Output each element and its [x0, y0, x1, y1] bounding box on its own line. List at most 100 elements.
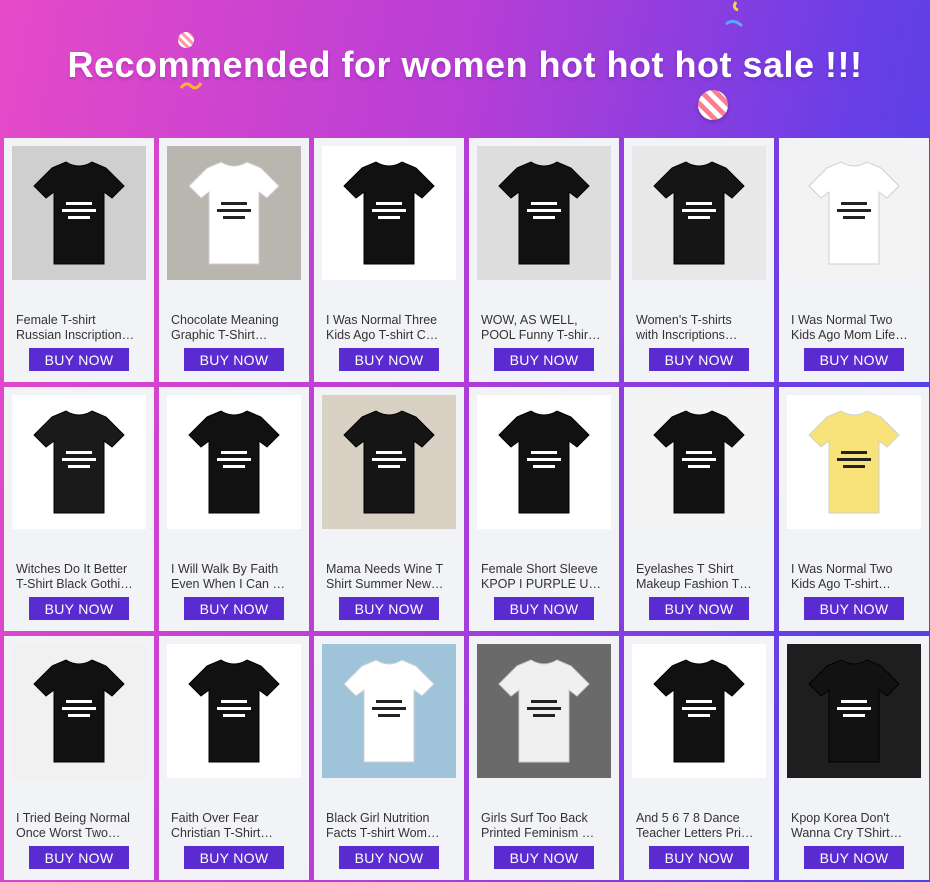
product-card[interactable]: Girls Surf Too Back Printed Feminism … BUY… [469, 636, 619, 880]
buy-now-button[interactable]: BUY NOW [184, 597, 284, 620]
page-header: Recommended for women hot hot hot sale !… [0, 0, 930, 138]
product-card[interactable]: Witches Do It Better T-Shirt Black Gothi…… [4, 387, 154, 631]
product-image[interactable] [632, 146, 766, 280]
buy-now-button[interactable]: BUY NOW [649, 348, 749, 371]
product-title[interactable]: I Tried Being Normal Once Worst Two… [16, 811, 144, 841]
product-title[interactable]: Female T-shirt Russian Inscription… [16, 313, 144, 343]
buy-now-button[interactable]: BUY NOW [29, 348, 129, 371]
buy-now-button[interactable]: BUY NOW [494, 846, 594, 869]
product-card[interactable]: I Tried Being Normal Once Worst Two… BUY N… [4, 636, 154, 880]
product-image[interactable] [12, 395, 146, 529]
product-title-line: Even When I Can … [171, 577, 285, 591]
product-image[interactable] [632, 395, 766, 529]
product-title[interactable]: And 5 6 7 8 Dance Teacher Letters Pri… [636, 811, 764, 841]
product-image[interactable] [787, 644, 921, 778]
product-title[interactable]: Black Girl Nutrition Facts T-shirt Wom… [326, 811, 454, 841]
product-title-line: POOL Funny T-shir… [481, 328, 601, 342]
product-card[interactable]: Chocolate Meaning Graphic T-Shirt… BUY NOW [159, 138, 309, 382]
product-image[interactable] [167, 644, 301, 778]
candy-decoration-icon [698, 90, 728, 120]
product-title[interactable]: I Was Normal Three Kids Ago T-shirt C… [326, 313, 454, 343]
product-card[interactable]: Mama Needs Wine T Shirt Summer New… BUY NO… [314, 387, 464, 631]
product-title-line: Eyelashes T Shirt [636, 562, 734, 576]
product-title[interactable]: Kpop Korea Don't Wanna Cry TShirt… [791, 811, 919, 841]
product-card[interactable]: Female T-shirt Russian Inscription… BUY NO… [4, 138, 154, 382]
buy-now-button[interactable]: BUY NOW [184, 846, 284, 869]
buy-now-button[interactable]: BUY NOW [29, 846, 129, 869]
product-title-line: WOW, AS WELL, [481, 313, 578, 327]
buy-now-button[interactable]: BUY NOW [494, 597, 594, 620]
buy-now-button[interactable]: BUY NOW [494, 348, 594, 371]
product-image[interactable] [477, 395, 611, 529]
product-card[interactable]: Faith Over Fear Christian T-Shirt… BUY NOW [159, 636, 309, 880]
product-card[interactable]: And 5 6 7 8 Dance Teacher Letters Pri… BUY… [624, 636, 774, 880]
buy-now-button[interactable]: BUY NOW [339, 597, 439, 620]
product-title-line: Kpop Korea Don't [791, 811, 890, 825]
product-card[interactable]: WOW, AS WELL, POOL Funny T-shir… BUY NOW [469, 138, 619, 382]
buy-now-button[interactable]: BUY NOW [339, 348, 439, 371]
product-title-line: I Tried Being Normal [16, 811, 130, 825]
product-title-line: Graphic T-Shirt… [171, 328, 268, 342]
product-title[interactable]: Eyelashes T Shirt Makeup Fashion T… [636, 562, 764, 592]
product-image[interactable] [12, 644, 146, 778]
product-image[interactable] [167, 395, 301, 529]
product-title-line: with Inscriptions… [636, 328, 738, 342]
product-title-line: Wanna Cry TShirt… [791, 826, 903, 840]
product-image[interactable] [12, 146, 146, 280]
product-grid: Female T-shirt Russian Inscription… BUY NO… [0, 138, 930, 882]
product-image[interactable] [322, 395, 456, 529]
product-title-line: Once Worst Two… [16, 826, 121, 840]
product-title-line: KPOP I PURPLE U… [481, 577, 601, 591]
product-card[interactable]: I Was Normal Two Kids Ago T-shirt… BUY NOW [779, 387, 929, 631]
product-card[interactable]: Kpop Korea Don't Wanna Cry TShirt… BUY NOW [779, 636, 929, 880]
product-title[interactable]: Faith Over Fear Christian T-Shirt… [171, 811, 299, 841]
product-card[interactable]: I Was Normal Three Kids Ago T-shirt C… BUY… [314, 138, 464, 382]
product-title[interactable]: Girls Surf Too Back Printed Feminism … [481, 811, 609, 841]
product-card[interactable]: Black Girl Nutrition Facts T-shirt Wom… BU… [314, 636, 464, 880]
product-image[interactable] [322, 644, 456, 778]
product-title-line: Kids Ago T-shirt… [791, 577, 891, 591]
product-title[interactable]: I Was Normal Two Kids Ago Mom Life… [791, 313, 919, 343]
product-image[interactable] [787, 395, 921, 529]
product-image[interactable] [787, 146, 921, 280]
product-title-line: I Was Normal Two [791, 562, 893, 576]
buy-now-button[interactable]: BUY NOW [804, 348, 904, 371]
product-image[interactable] [477, 644, 611, 778]
product-title-line: Girls Surf Too Back [481, 811, 588, 825]
product-title-line: Female Short Sleeve [481, 562, 598, 576]
buy-now-button[interactable]: BUY NOW [29, 597, 129, 620]
product-title[interactable]: I Will Walk By Faith Even When I Can … [171, 562, 299, 592]
product-image[interactable] [477, 146, 611, 280]
product-title[interactable]: Women's T-shirts with Inscriptions… [636, 313, 764, 343]
product-card[interactable]: Eyelashes T Shirt Makeup Fashion T… BUY NO… [624, 387, 774, 631]
product-title[interactable]: Witches Do It Better T-Shirt Black Gothi… [16, 562, 144, 592]
page-title: Recommended for women hot hot hot sale !… [67, 44, 863, 85]
buy-now-button[interactable]: BUY NOW [184, 348, 284, 371]
product-title-line: I Was Normal Three [326, 313, 438, 327]
product-card[interactable]: I Will Walk By Faith Even When I Can … BUY… [159, 387, 309, 631]
product-card[interactable]: Women's T-shirts with Inscriptions… BUY NO… [624, 138, 774, 382]
buy-now-button[interactable]: BUY NOW [804, 846, 904, 869]
buy-now-button[interactable]: BUY NOW [804, 597, 904, 620]
product-title-line: Kids Ago Mom Life… [791, 328, 908, 342]
buy-now-button[interactable]: BUY NOW [649, 846, 749, 869]
product-title-line: Christian T-Shirt… [171, 826, 273, 840]
product-title-line: Shirt Summer New… [326, 577, 444, 591]
buy-now-button[interactable]: BUY NOW [339, 846, 439, 869]
product-title-line: Witches Do It Better [16, 562, 128, 576]
product-title[interactable]: Female Short Sleeve KPOP I PURPLE U… [481, 562, 609, 592]
product-title-line: Chocolate Meaning [171, 313, 279, 327]
product-title[interactable]: WOW, AS WELL, POOL Funny T-shir… [481, 313, 609, 343]
product-card[interactable]: I Was Normal Two Kids Ago Mom Life… BUY NO… [779, 138, 929, 382]
product-title-line: Black Girl Nutrition [326, 811, 430, 825]
product-image[interactable] [322, 146, 456, 280]
product-title[interactable]: Chocolate Meaning Graphic T-Shirt… [171, 313, 299, 343]
product-title-line: Women's T-shirts [636, 313, 732, 327]
product-title[interactable]: I Was Normal Two Kids Ago T-shirt… [791, 562, 919, 592]
product-image[interactable] [167, 146, 301, 280]
buy-now-button[interactable]: BUY NOW [649, 597, 749, 620]
product-title-line: And 5 6 7 8 Dance [636, 811, 740, 825]
product-title[interactable]: Mama Needs Wine T Shirt Summer New… [326, 562, 454, 592]
product-card[interactable]: Female Short Sleeve KPOP I PURPLE U… BUY N… [469, 387, 619, 631]
product-image[interactable] [632, 644, 766, 778]
